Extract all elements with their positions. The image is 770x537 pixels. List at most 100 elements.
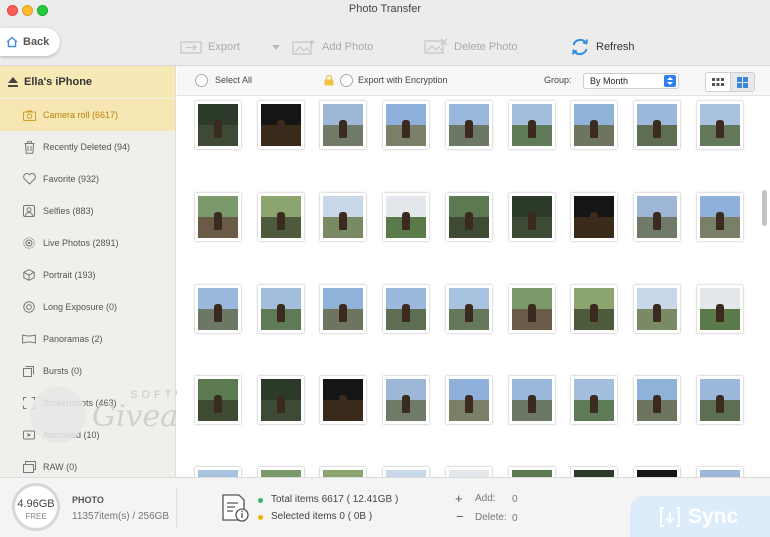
photo-grid (177, 97, 759, 477)
photo-thumbnail[interactable] (571, 467, 618, 477)
footer: 4.96GB FREE PHOTO 11357item(s) / 256GB T… (0, 477, 770, 537)
add-photo-button[interactable]: Add Photo (292, 35, 373, 59)
back-button[interactable]: Back (0, 28, 60, 56)
selfie-icon (22, 204, 36, 218)
export-encryption-checkbox[interactable] (340, 74, 353, 87)
photo-thumbnail[interactable] (257, 467, 304, 477)
photo-image (198, 379, 238, 421)
photo-thumbnail[interactable] (445, 376, 492, 424)
photo-thumbnail[interactable] (383, 467, 430, 477)
photo-thumbnail[interactable] (445, 101, 492, 149)
photo-thumbnail[interactable] (445, 467, 492, 477)
toolbar: Back Export Add Photo Delete Photo Refre… (0, 20, 770, 66)
photo-thumbnail[interactable] (320, 285, 367, 333)
photo-thumbnail[interactable] (257, 376, 304, 424)
photo-figure (527, 395, 536, 413)
photo-thumbnail[interactable] (633, 101, 680, 149)
photo-thumbnail[interactable] (508, 376, 555, 424)
refresh-button[interactable]: Refresh (570, 35, 635, 59)
lock-icon (324, 74, 334, 89)
photo-thumbnail[interactable] (383, 193, 430, 241)
export-dropdown-arrow[interactable] (272, 45, 280, 50)
eject-icon[interactable] (8, 77, 18, 87)
photo-thumbnail[interactable] (508, 193, 555, 241)
photo-figure (527, 304, 536, 322)
select-all-checkbox[interactable] (195, 74, 208, 87)
photo-thumbnail[interactable] (571, 101, 618, 149)
photo-thumbnail[interactable] (571, 285, 618, 333)
photo-thumbnail[interactable] (257, 285, 304, 333)
device-header[interactable]: Ella's iPhone (0, 66, 175, 98)
sidebar-item-panoramas[interactable]: Panoramas (2) (0, 323, 175, 355)
photo-image (511, 104, 552, 146)
photo-image (386, 379, 427, 421)
export-button[interactable]: Export (180, 35, 240, 59)
photo-figure (402, 395, 411, 413)
sidebar-item-long-exposure[interactable]: Long Exposure (0) (0, 291, 175, 323)
sidebar-item-live-photos[interactable]: Live Photos (2891) (0, 227, 175, 259)
photo-thumbnail[interactable] (633, 193, 680, 241)
photo-thumbnail[interactable] (383, 101, 430, 149)
scrollbar[interactable] (762, 190, 767, 226)
sidebar-item-label: Bursts (0) (43, 366, 83, 376)
photo-thumbnail[interactable] (633, 285, 680, 333)
photo-thumbnail[interactable] (195, 376, 241, 424)
sidebar-item-recently-deleted[interactable]: Recently Deleted (94) (0, 131, 175, 163)
photo-image (386, 104, 427, 146)
photo-thumbnail[interactable] (696, 101, 743, 149)
photo-thumbnail[interactable] (383, 376, 430, 424)
photo-thumbnail[interactable] (320, 467, 367, 477)
sidebar-item-raw[interactable]: RAW (0) (0, 451, 175, 477)
photo-thumbnail[interactable] (195, 193, 241, 241)
sync-button[interactable]: Sync (630, 496, 770, 537)
photo-thumbnail[interactable] (195, 101, 241, 149)
photo-thumbnail[interactable] (445, 285, 492, 333)
photo-thumbnail[interactable] (195, 467, 241, 477)
export-encryption-label[interactable]: Export with Encryption (358, 75, 448, 85)
photo-figure (715, 395, 724, 413)
selected-items: Selected items 0 ( 0B ) (271, 511, 373, 522)
large-grid-view-button[interactable] (730, 73, 754, 91)
bursts-icon (22, 364, 36, 378)
plus-icon: + (455, 491, 463, 506)
photo-thumbnail[interactable] (257, 193, 304, 241)
photo-thumbnail[interactable] (508, 467, 555, 477)
photo-thumbnail[interactable] (696, 467, 743, 477)
photo-thumbnail[interactable] (696, 285, 743, 333)
photo-thumbnail[interactable] (633, 376, 680, 424)
small-grid-view-button[interactable] (706, 73, 730, 91)
sidebar-item-portrait[interactable]: Portrait (193) (0, 259, 175, 291)
photo-figure (464, 120, 473, 138)
sidebar-item-selfies[interactable]: Selfies (883) (0, 195, 175, 227)
group-select[interactable]: By Month (583, 73, 679, 89)
photo-thumbnail[interactable] (696, 193, 743, 241)
sync-label: Sync (688, 505, 739, 528)
sync-icon (660, 507, 680, 527)
photo-figure (276, 304, 285, 322)
photo-thumbnail[interactable] (320, 193, 367, 241)
sidebar-item-camera-roll[interactable]: Camera roll (6617) (0, 99, 175, 131)
photo-thumbnail[interactable] (508, 285, 555, 333)
photo-thumbnail[interactable] (571, 193, 618, 241)
photo-figure (402, 304, 411, 322)
select-all-label[interactable]: Select All (215, 75, 252, 85)
select-arrows-icon[interactable] (664, 75, 676, 87)
photo-thumbnail[interactable] (320, 101, 367, 149)
photo-thumbnail[interactable] (633, 467, 680, 477)
photo-thumbnail[interactable] (571, 376, 618, 424)
photo-thumbnail[interactable] (320, 376, 367, 424)
photo-figure (652, 304, 661, 322)
photo-thumbnail[interactable] (257, 101, 304, 149)
heart-icon (22, 172, 36, 186)
photo-figure (464, 304, 473, 322)
sidebar-item-favorite[interactable]: Favorite (932) (0, 163, 175, 195)
add-value: 0 (512, 494, 518, 505)
photo-thumbnail[interactable] (696, 376, 743, 424)
delete-photo-button[interactable]: Delete Photo (424, 35, 518, 59)
photo-thumbnail[interactable] (508, 101, 555, 149)
photo-thumbnail[interactable] (445, 193, 492, 241)
photo-image (260, 196, 301, 238)
photo-thumbnail[interactable] (383, 285, 430, 333)
photo-image (448, 288, 489, 330)
photo-thumbnail[interactable] (195, 285, 241, 333)
